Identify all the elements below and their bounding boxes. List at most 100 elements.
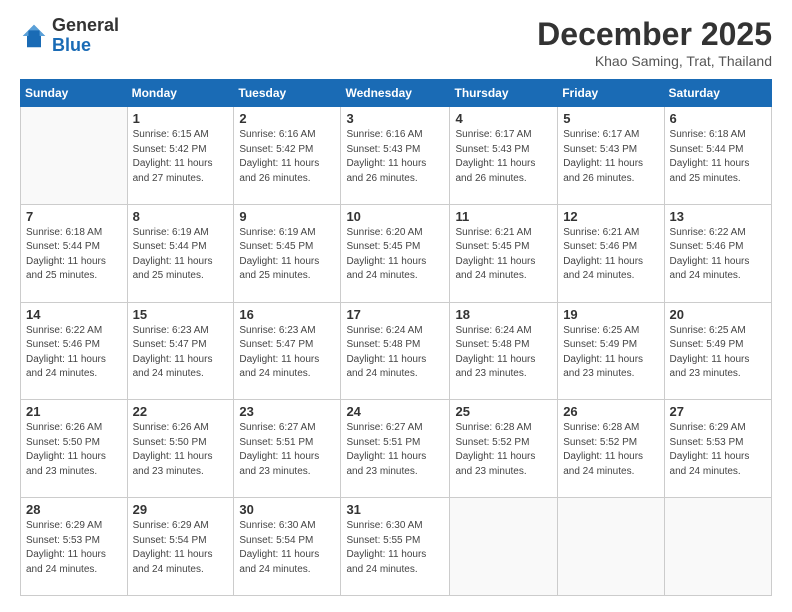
calendar-cell: 5Sunrise: 6:17 AM Sunset: 5:43 PM Daylig… [558, 107, 664, 205]
day-number: 24 [346, 404, 444, 419]
calendar-cell: 8 Sunrise: 6:19 AM Sunset: 5:44 PM Daylig… [127, 204, 234, 302]
calendar-cell: 27Sunrise: 6:29 AM Sunset: 5:53 PM Dayli… [664, 400, 771, 498]
day-number: 4 [455, 111, 552, 126]
calendar-cell: 4 Sunrise: 6:17 AM Sunset: 5:43 PM Daylig… [450, 107, 558, 205]
day-number: 3 [346, 111, 444, 126]
day-number: 23 [239, 404, 335, 419]
day-number: 17 [346, 307, 444, 322]
calendar-week-row: 1Sunrise: 6:15 AM Sunset: 5:42 PM Daylig… [21, 107, 772, 205]
day-detail: Sunrise: 6:25 AM Sunset: 5:49 PM Dayligh… [670, 324, 766, 382]
day-detail: Sunrise: 6:19 AM Sunset: 5:45 PM Dayligh… [239, 226, 335, 284]
calendar-cell [21, 107, 128, 205]
day-detail: Sunrise: 6:25 AM Sunset: 5:49 PM Dayligh… [563, 324, 658, 382]
calendar-cell: 29Sunrise: 6:29 AM Sunset: 5:54 PM Dayli… [127, 498, 234, 596]
day-detail: Sunrise: 6:18 AM Sunset: 5:44 PM Dayligh… [670, 128, 766, 186]
day-detail: Sunrise: 6:24 AM Sunset: 5:48 PM Dayligh… [346, 324, 444, 382]
calendar-cell [664, 498, 771, 596]
day-number: 31 [346, 502, 444, 517]
day-number: 25 [455, 404, 552, 419]
day-detail: Sunrise: 6:28 AM Sunset: 5:52 PM Dayligh… [455, 421, 552, 479]
calendar-cell: 3 Sunrise: 6:16 AM Sunset: 5:43 PM Daylig… [341, 107, 450, 205]
day-number: 11 [455, 209, 552, 224]
calendar-cell: 10 Sunrise: 6:20 AM Sunset: 5:45 PM Dayli… [341, 204, 450, 302]
calendar-cell: 6 Sunrise: 6:18 AM Sunset: 5:44 PM Daylig… [664, 107, 771, 205]
day-number: 6 [670, 111, 766, 126]
calendar-week-row: 7Sunrise: 6:18 AM Sunset: 5:44 PM Daylig… [21, 204, 772, 302]
day-detail: Sunrise: 6:29 AM Sunset: 5:54 PM Dayligh… [133, 519, 229, 577]
day-detail: Sunrise: 6:27 AM Sunset: 5:51 PM Dayligh… [239, 421, 335, 479]
day-number: 8 [133, 209, 229, 224]
page: General Blue December 2025 Khao Saming, … [0, 0, 792, 612]
day-number: 30 [239, 502, 335, 517]
day-detail: Sunrise: 6:30 AM Sunset: 5:54 PM Dayligh… [239, 519, 335, 577]
calendar-header-thursday: Thursday [450, 80, 558, 107]
day-detail: Sunrise: 6:16 AM Sunset: 5:42 PM Dayligh… [239, 128, 335, 186]
calendar-week-row: 14 Sunrise: 6:22 AM Sunset: 5:46 PM Dayli… [21, 302, 772, 400]
logo-blue: Blue [52, 36, 119, 56]
calendar-table: SundayMondayTuesdayWednesdayThursdayFrid… [20, 79, 772, 596]
calendar-cell [450, 498, 558, 596]
calendar-cell: 24Sunrise: 6:27 AM Sunset: 5:51 PM Dayli… [341, 400, 450, 498]
day-number: 1 [133, 111, 229, 126]
calendar-cell: 11 Sunrise: 6:21 AM Sunset: 5:45 PM Dayli… [450, 204, 558, 302]
day-detail: Sunrise: 6:23 AM Sunset: 5:47 PM Dayligh… [133, 324, 229, 382]
day-detail: Sunrise: 6:17 AM Sunset: 5:43 PM Dayligh… [455, 128, 552, 186]
day-detail: Sunrise: 6:28 AM Sunset: 5:52 PM Dayligh… [563, 421, 658, 479]
calendar-header-tuesday: Tuesday [234, 80, 341, 107]
day-detail: Sunrise: 6:16 AM Sunset: 5:43 PM Dayligh… [346, 128, 444, 186]
day-detail: Sunrise: 6:29 AM Sunset: 5:53 PM Dayligh… [26, 519, 122, 577]
day-number: 9 [239, 209, 335, 224]
day-number: 26 [563, 404, 658, 419]
calendar-cell: 12 Sunrise: 6:21 AM Sunset: 5:46 PM Dayli… [558, 204, 664, 302]
header: General Blue December 2025 Khao Saming, … [20, 16, 772, 69]
calendar-cell: 9 Sunrise: 6:19 AM Sunset: 5:45 PM Daylig… [234, 204, 341, 302]
calendar-cell: 19 Sunrise: 6:25 AM Sunset: 5:49 PM Dayli… [558, 302, 664, 400]
calendar-header-row: SundayMondayTuesdayWednesdayThursdayFrid… [21, 80, 772, 107]
day-number: 5 [563, 111, 658, 126]
calendar-header-sunday: Sunday [21, 80, 128, 107]
calendar-header-saturday: Saturday [664, 80, 771, 107]
calendar-cell: 17 Sunrise: 6:24 AM Sunset: 5:48 PM Dayli… [341, 302, 450, 400]
day-number: 12 [563, 209, 658, 224]
day-detail: Sunrise: 6:30 AM Sunset: 5:55 PM Dayligh… [346, 519, 444, 577]
calendar-week-row: 21Sunrise: 6:26 AM Sunset: 5:50 PM Dayli… [21, 400, 772, 498]
day-number: 20 [670, 307, 766, 322]
day-detail: Sunrise: 6:18 AM Sunset: 5:44 PM Dayligh… [26, 226, 122, 284]
calendar-cell: 18Sunrise: 6:24 AM Sunset: 5:48 PM Dayli… [450, 302, 558, 400]
day-number: 13 [670, 209, 766, 224]
day-detail: Sunrise: 6:22 AM Sunset: 5:46 PM Dayligh… [670, 226, 766, 284]
logo-text: General Blue [52, 16, 119, 56]
day-number: 21 [26, 404, 122, 419]
calendar-header-friday: Friday [558, 80, 664, 107]
day-detail: Sunrise: 6:19 AM Sunset: 5:44 PM Dayligh… [133, 226, 229, 284]
day-number: 2 [239, 111, 335, 126]
calendar-cell: 16 Sunrise: 6:23 AM Sunset: 5:47 PM Dayli… [234, 302, 341, 400]
calendar-cell: 20 Sunrise: 6:25 AM Sunset: 5:49 PM Dayli… [664, 302, 771, 400]
day-detail: Sunrise: 6:21 AM Sunset: 5:45 PM Dayligh… [455, 226, 552, 284]
day-detail: Sunrise: 6:23 AM Sunset: 5:47 PM Dayligh… [239, 324, 335, 382]
day-number: 27 [670, 404, 766, 419]
calendar-header-monday: Monday [127, 80, 234, 107]
calendar-cell: 30 Sunrise: 6:30 AM Sunset: 5:54 PM Dayli… [234, 498, 341, 596]
day-number: 19 [563, 307, 658, 322]
day-number: 16 [239, 307, 335, 322]
calendar-cell: 28Sunrise: 6:29 AM Sunset: 5:53 PM Dayli… [21, 498, 128, 596]
day-detail: Sunrise: 6:21 AM Sunset: 5:46 PM Dayligh… [563, 226, 658, 284]
calendar-week-row: 28Sunrise: 6:29 AM Sunset: 5:53 PM Dayli… [21, 498, 772, 596]
logo-icon [20, 22, 48, 50]
day-number: 18 [455, 307, 552, 322]
calendar-cell: 13 Sunrise: 6:22 AM Sunset: 5:46 PM Dayli… [664, 204, 771, 302]
day-number: 10 [346, 209, 444, 224]
day-detail: Sunrise: 6:22 AM Sunset: 5:46 PM Dayligh… [26, 324, 122, 382]
calendar-cell: 15 Sunrise: 6:23 AM Sunset: 5:47 PM Dayli… [127, 302, 234, 400]
calendar-cell: 26 Sunrise: 6:28 AM Sunset: 5:52 PM Dayli… [558, 400, 664, 498]
calendar-cell: 14 Sunrise: 6:22 AM Sunset: 5:46 PM Dayli… [21, 302, 128, 400]
day-detail: Sunrise: 6:20 AM Sunset: 5:45 PM Dayligh… [346, 226, 444, 284]
calendar-cell: 25 Sunrise: 6:28 AM Sunset: 5:52 PM Dayli… [450, 400, 558, 498]
day-number: 15 [133, 307, 229, 322]
calendar-cell: 7Sunrise: 6:18 AM Sunset: 5:44 PM Daylig… [21, 204, 128, 302]
calendar-cell: 2 Sunrise: 6:16 AM Sunset: 5:42 PM Daylig… [234, 107, 341, 205]
day-number: 22 [133, 404, 229, 419]
day-number: 14 [26, 307, 122, 322]
calendar-cell: 21Sunrise: 6:26 AM Sunset: 5:50 PM Dayli… [21, 400, 128, 498]
